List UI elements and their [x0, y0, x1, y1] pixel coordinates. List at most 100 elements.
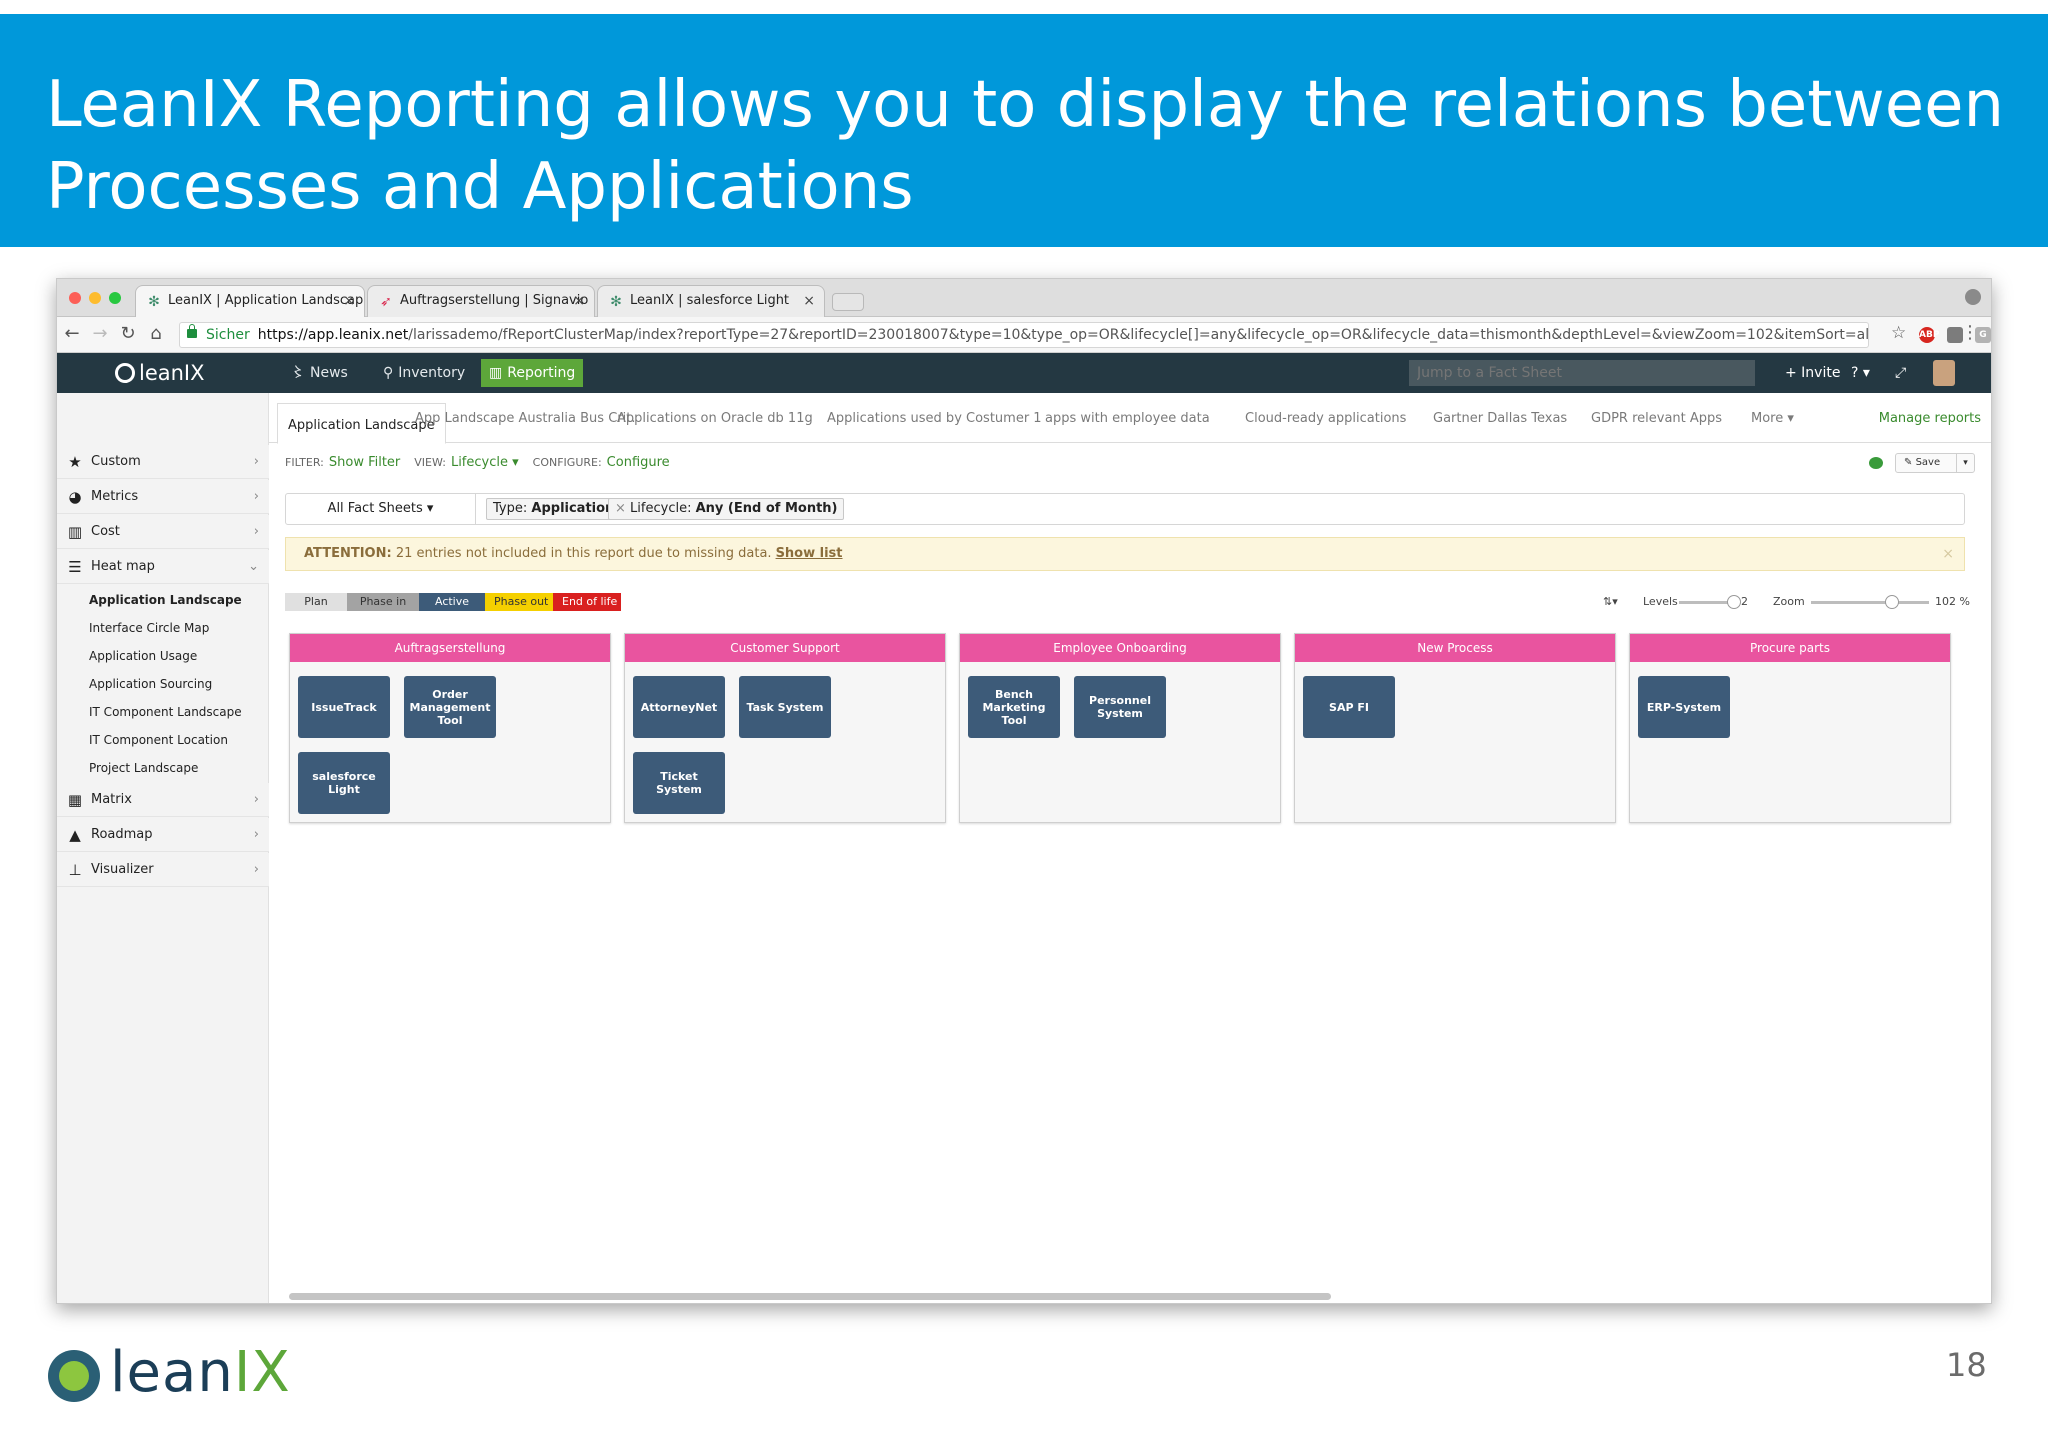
close-tab-icon[interactable]: ×	[573, 286, 585, 316]
zoom-slider[interactable]	[1811, 595, 1929, 609]
sidebar-item-matrix[interactable]: ▦ Matrix ›	[57, 783, 269, 817]
show-list-link[interactable]: Show list	[776, 546, 843, 561]
sidebar-item-custom[interactable]: ★ Custom ›	[57, 445, 269, 479]
new-tab-button[interactable]	[832, 293, 864, 311]
browser-tab-salesforce[interactable]: ✻ LeanIX | salesforce Light ×	[597, 285, 825, 317]
save-label: Save	[1915, 457, 1941, 468]
profile-icon[interactable]	[1965, 289, 1981, 305]
application-box[interactable]: Personnel System	[1074, 676, 1166, 738]
chart-icon: ▥	[489, 365, 503, 381]
type-filter-chip[interactable]: Type: Application	[486, 498, 622, 520]
help-button[interactable]: ? ▾	[1851, 359, 1870, 387]
horizontal-scrollbar[interactable]	[289, 1293, 1331, 1300]
sidebar-subitem-it-component-location[interactable]: IT Component Location	[89, 733, 228, 747]
process-card-employee-onboarding[interactable]: Employee Onboarding Bench Marketing Tool…	[959, 633, 1281, 823]
adblock-extension-icon[interactable]: ABP	[1919, 327, 1939, 343]
leanix-logo[interactable]: leanIX	[115, 361, 205, 385]
sidebar-subitem-interface-circle-map[interactable]: Interface Circle Map	[89, 621, 209, 635]
legend-plan: Plan	[285, 593, 347, 611]
fullscreen-icon[interactable]: ⤢	[1895, 359, 1906, 387]
tab-gdpr-relevant[interactable]: GDPR relevant Apps	[1591, 411, 1722, 443]
zoom-label: Zoom	[1773, 595, 1805, 608]
sidebar-item-heat-map[interactable]: ☰ Heat map ⌄	[57, 550, 269, 584]
tab-more[interactable]: More ▾	[1751, 411, 1794, 443]
application-box[interactable]: salesforce Light	[298, 752, 390, 814]
secure-label: Sicher	[206, 327, 250, 343]
view-lifecycle-dropdown[interactable]: Lifecycle ▾	[451, 455, 519, 470]
maximize-window-button[interactable]	[109, 292, 121, 304]
invite-button[interactable]: + Invite	[1785, 359, 1840, 387]
save-button[interactable]: ✎ Save ▾	[1895, 453, 1975, 473]
slide-header: LeanIX Reporting allows you to display t…	[0, 14, 2048, 247]
attention-banner: ATTENTION: 21 entries not included in th…	[285, 537, 1965, 571]
nav-reporting[interactable]: ▥ Reporting	[481, 359, 584, 387]
sidebar-item-label: Custom	[91, 454, 141, 469]
home-icon[interactable]: ⌂	[145, 323, 167, 345]
sidebar-subitem-application-sourcing[interactable]: Application Sourcing	[89, 677, 212, 691]
tab-apps-employee-data[interactable]: apps with employee data	[1045, 411, 1210, 443]
close-window-button[interactable]	[69, 292, 81, 304]
zoom-slider-handle[interactable]	[1885, 595, 1899, 609]
legend-phase-in: Phase in	[347, 593, 419, 611]
tab-app-landscape-australia[interactable]: App Landscape Australia Bus Crit.	[415, 411, 635, 443]
close-tab-icon[interactable]: ×	[343, 286, 355, 316]
application-box[interactable]: IssueTrack	[298, 676, 390, 738]
filter-label: FILTER:	[285, 456, 324, 469]
tab-cloud-ready[interactable]: Cloud-ready applications	[1245, 411, 1406, 443]
browser-tab-leanix-landscape[interactable]: ✻ LeanIX | Application Landscap ×	[135, 285, 365, 317]
tab-gartner-dallas[interactable]: Gartner Dallas Texas	[1433, 411, 1567, 443]
minimize-window-button[interactable]	[89, 292, 101, 304]
levels-slider[interactable]	[1679, 595, 1741, 609]
forward-icon[interactable]: →	[89, 323, 111, 345]
browser-tab-signavio[interactable]: ➶ Auftragserstellung | Signavio ×	[367, 285, 595, 317]
sidebar-item-roadmap[interactable]: ▲ Roadmap ›	[57, 818, 269, 852]
close-banner-icon[interactable]: ×	[1942, 538, 1954, 570]
application-box[interactable]: Ticket System	[633, 752, 725, 814]
sidebar-item-visualizer[interactable]: ⊥ Visualizer ›	[57, 853, 269, 887]
url-input[interactable]: Sicher https://app.leanix.net/larissademo…	[179, 322, 1869, 348]
nav-news[interactable]: 〻 News	[283, 359, 356, 387]
bookmark-star-icon[interactable]: ☆	[1891, 323, 1906, 343]
close-tab-icon[interactable]: ×	[803, 286, 815, 316]
manage-reports-link[interactable]: Manage reports	[1879, 411, 1981, 426]
process-card-customer-support[interactable]: Customer Support AttorneyNet Task System…	[624, 633, 946, 823]
remove-chip-icon[interactable]: ×	[615, 501, 626, 516]
tab-applications-costumer[interactable]: Applications used by Costumer 1	[827, 411, 1042, 443]
sidebar-subitem-it-component-landscape[interactable]: IT Component Landscape	[89, 705, 242, 719]
nav-label: Inventory	[398, 365, 466, 381]
sidebar-item-metrics[interactable]: ◕ Metrics ›	[57, 480, 269, 514]
lifecycle-filter-chip[interactable]: × Lifecycle: Any (End of Month)	[608, 498, 845, 520]
browser-menu-icon[interactable]: ⋮	[1961, 322, 1979, 343]
process-card-new-process[interactable]: New Process SAP FI	[1294, 633, 1616, 823]
all-fact-sheets-dropdown[interactable]: All Fact Sheets ▾	[286, 494, 476, 524]
comment-icon[interactable]	[1869, 457, 1883, 469]
fact-sheet-filter-bar: All Fact Sheets ▾ Type: Application × Li…	[285, 493, 1965, 525]
application-box[interactable]: Task System	[739, 676, 831, 738]
levels-value: 2	[1741, 595, 1748, 608]
tab-applications-oracle[interactable]: Applications on Oracle db 11g	[617, 411, 813, 443]
browser-tabbar: ✻ LeanIX | Application Landscap × ➶ Auft…	[57, 279, 1991, 317]
application-box[interactable]: AttorneyNet	[633, 676, 725, 738]
nav-inventory[interactable]: ⚲ Inventory	[375, 359, 473, 387]
jump-to-fact-sheet-input[interactable]	[1409, 360, 1755, 386]
process-card-procure-parts[interactable]: Procure parts ERP-System	[1629, 633, 1951, 823]
legend-end-of-life: End of life	[553, 593, 621, 611]
application-box[interactable]: Bench Marketing Tool	[968, 676, 1060, 738]
levels-slider-handle[interactable]	[1727, 595, 1741, 609]
sidebar-item-cost[interactable]: ▥ Cost ›	[57, 515, 269, 549]
reload-icon[interactable]: ↻	[117, 323, 139, 345]
avatar[interactable]	[1933, 360, 1955, 386]
show-filter-link[interactable]: Show Filter	[329, 455, 400, 470]
save-dropdown-icon[interactable]: ▾	[1956, 454, 1974, 472]
sidebar-subitem-application-landscape[interactable]: Application Landscape	[89, 593, 242, 607]
application-box[interactable]: SAP FI	[1303, 676, 1395, 738]
back-icon[interactable]: ←	[61, 323, 83, 345]
process-card-auftragserstellung[interactable]: Auftragserstellung IssueTrack Order Mana…	[289, 633, 611, 823]
sidebar-subitem-project-landscape[interactable]: Project Landscape	[89, 761, 198, 775]
tab-title: LeanIX | salesforce Light	[630, 293, 790, 308]
configure-link[interactable]: Configure	[607, 455, 670, 470]
application-box[interactable]: ERP-System	[1638, 676, 1730, 738]
application-box[interactable]: Order Management Tool	[404, 676, 496, 738]
sort-icon[interactable]: ⇅▾	[1603, 593, 1618, 611]
sidebar-subitem-application-usage[interactable]: Application Usage	[89, 649, 197, 663]
